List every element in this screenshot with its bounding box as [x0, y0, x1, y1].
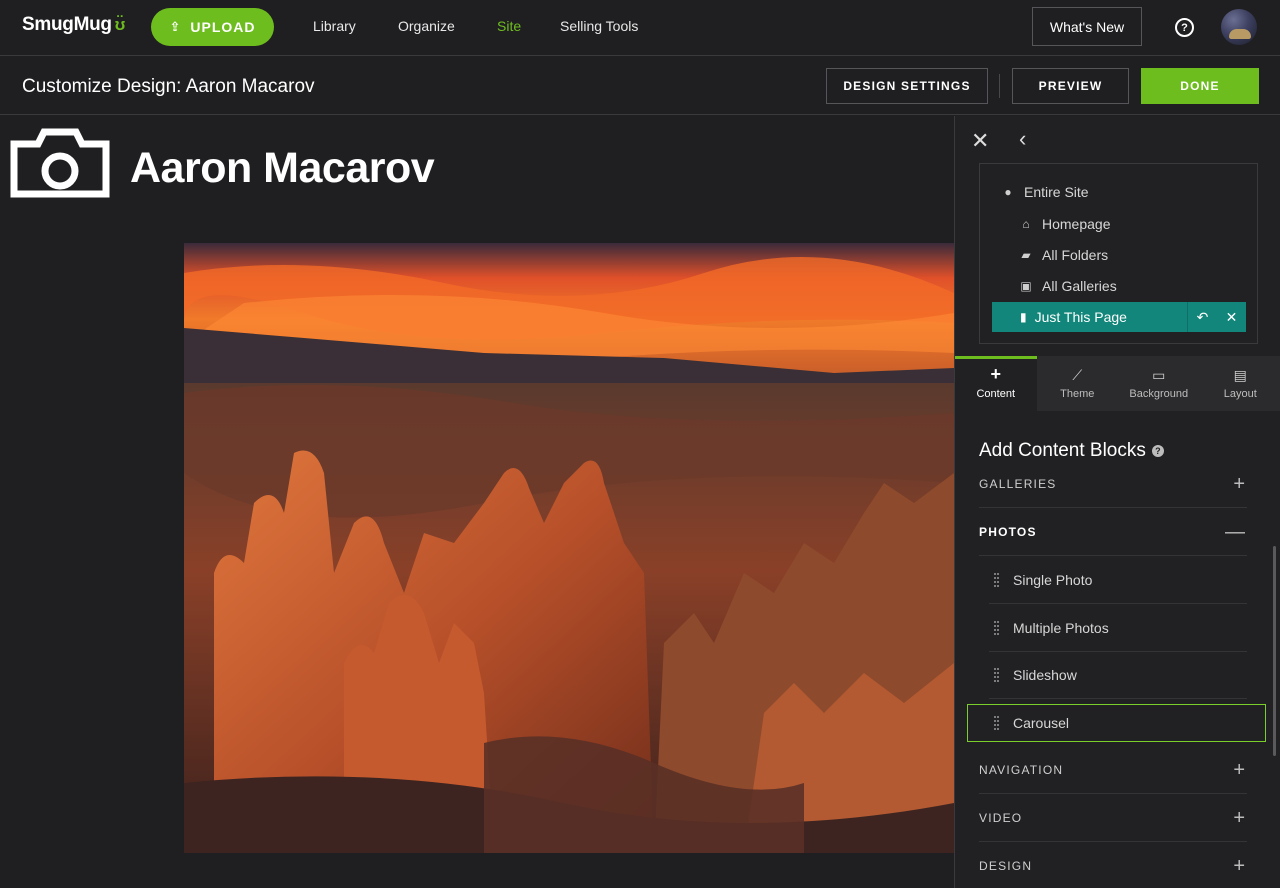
tab-label: Background: [1129, 388, 1189, 400]
scope-homepage[interactable]: ⌂ Homepage: [1018, 210, 1111, 238]
section-design[interactable]: DESIGN +: [979, 843, 1247, 888]
tab-label: Theme: [1060, 388, 1095, 400]
block-label: Carousel: [1013, 715, 1070, 731]
done-button[interactable]: DONE: [1141, 68, 1259, 104]
section-label: VIDEO: [979, 811, 1023, 825]
scope-label: All Folders: [1042, 247, 1109, 263]
add-content-blocks-heading: Add Content Blocks ?: [979, 440, 1164, 462]
content-block-multiple-photos[interactable]: Multiple Photos: [989, 605, 1247, 652]
page-title: Customize Design: Aaron Macarov: [22, 76, 315, 97]
galleries-icon: ▣: [1020, 279, 1032, 293]
section-label: PHOTOS: [979, 525, 1037, 539]
drag-handle-icon[interactable]: [994, 573, 999, 587]
smugmug-logo[interactable]: SmugMug ʊ̈: [22, 14, 125, 36]
block-label: Single Photo: [1013, 572, 1093, 588]
upload-icon: ⇪: [169, 19, 182, 34]
site-preview-canvas: Aaron Macarov: [0, 116, 954, 888]
customize-sidebar: ✕ ‹ ● Entire Site ⌂ Homepage ▰ All Folde…: [954, 116, 1280, 888]
whats-new-button[interactable]: What's New: [1032, 7, 1142, 46]
smugmug-face-icon: ʊ̈: [114, 15, 126, 34]
folders-icon: ▰: [1021, 248, 1031, 262]
customize-design-header: Customize Design: Aaron Macarov DESIGN S…: [0, 57, 1280, 115]
nav-organize[interactable]: Organize: [398, 18, 455, 34]
tab-background[interactable]: ▭ Background: [1118, 356, 1200, 411]
monitor-icon: ▭: [1152, 367, 1166, 383]
tab-label: Layout: [1223, 388, 1257, 400]
help-icon[interactable]: ?: [1151, 445, 1164, 457]
scope-just-this-page[interactable]: ▮ Just This Page ↶ ✕: [992, 302, 1246, 332]
scope-label: All Galleries: [1042, 278, 1117, 294]
sidebar-scrollbar[interactable]: [1273, 546, 1276, 756]
top-navigation-bar: SmugMug ʊ̈ ⇪ UPLOAD Library Organize Site…: [0, 0, 1280, 56]
preview-button[interactable]: PREVIEW: [1012, 68, 1129, 104]
home-icon: ⌂: [1022, 217, 1030, 231]
scope-actions: ↶ ✕: [1187, 302, 1246, 332]
tab-label: Content: [976, 388, 1016, 400]
clear-icon[interactable]: ✕: [1217, 302, 1246, 332]
nav-site[interactable]: Site: [497, 18, 521, 34]
nav-library[interactable]: Library: [313, 18, 356, 34]
globe-icon: ●: [1004, 185, 1012, 199]
brush-icon: ⟋: [1072, 367, 1083, 383]
block-label: Slideshow: [1013, 667, 1077, 683]
hero-landscape-photo[interactable]: [184, 243, 954, 853]
plus-icon: +: [990, 364, 1001, 384]
section-label: GALLERIES: [979, 477, 1057, 491]
tab-content[interactable]: + Content: [955, 356, 1037, 411]
drag-handle-icon[interactable]: [994, 716, 999, 730]
scope-all-galleries[interactable]: ▣ All Galleries: [1018, 272, 1117, 300]
drag-handle-icon[interactable]: [994, 668, 999, 682]
sidebar-tabs: + Content ⟋ Theme ▭ Background ▤ Layout: [955, 356, 1280, 411]
customization-scope-panel: ● Entire Site ⌂ Homepage ▰ All Folders ▣…: [979, 163, 1258, 344]
scope-active-label: Just This Page: [1034, 309, 1127, 325]
layout-icon: ▤: [1233, 367, 1247, 383]
content-block-slideshow[interactable]: Slideshow: [989, 652, 1247, 699]
section-galleries[interactable]: GALLERIES +: [979, 461, 1247, 508]
drag-handle-icon[interactable]: [994, 621, 999, 635]
camera-logo-icon: [10, 128, 110, 198]
section-photos[interactable]: PHOTOS —: [979, 509, 1247, 556]
scope-label: Homepage: [1042, 216, 1111, 232]
header-divider: [999, 74, 1000, 98]
help-icon[interactable]: ?: [1175, 18, 1194, 37]
expand-plus-icon: +: [1233, 854, 1245, 877]
tab-layout[interactable]: ▤ Layout: [1200, 356, 1280, 411]
section-navigation[interactable]: NAVIGATION +: [979, 747, 1247, 794]
collapse-minus-icon: —: [1225, 520, 1245, 543]
expand-plus-icon: +: [1233, 806, 1245, 829]
expand-plus-icon: +: [1233, 472, 1245, 495]
tab-theme[interactable]: ⟋ Theme: [1037, 356, 1119, 411]
avatar[interactable]: [1221, 9, 1257, 45]
undo-icon[interactable]: ↶: [1188, 302, 1217, 332]
page-icon: ▮: [1020, 310, 1027, 324]
content-block-carousel[interactable]: Carousel: [967, 704, 1266, 742]
content-block-single-photo[interactable]: Single Photo: [989, 557, 1247, 604]
block-label: Multiple Photos: [1013, 620, 1109, 636]
back-chevron-icon[interactable]: ‹: [1019, 128, 1026, 150]
upload-button[interactable]: ⇪ UPLOAD: [151, 8, 274, 46]
site-name-heading: Aaron Macarov: [130, 144, 435, 192]
scope-label: Entire Site: [1024, 184, 1089, 200]
logo-text: SmugMug: [22, 14, 112, 35]
section-label: DESIGN: [979, 859, 1033, 873]
close-icon[interactable]: ✕: [971, 130, 989, 152]
design-settings-button[interactable]: DESIGN SETTINGS: [826, 68, 988, 104]
scope-all-folders[interactable]: ▰ All Folders: [1018, 241, 1108, 269]
upload-label: UPLOAD: [190, 19, 256, 35]
heading-text: Add Content Blocks: [979, 440, 1146, 461]
section-video[interactable]: VIDEO +: [979, 795, 1247, 842]
section-label: NAVIGATION: [979, 763, 1064, 777]
nav-selling-tools[interactable]: Selling Tools: [560, 18, 638, 34]
expand-plus-icon: +: [1233, 758, 1245, 781]
scope-entire-site[interactable]: ● Entire Site: [1000, 178, 1089, 206]
